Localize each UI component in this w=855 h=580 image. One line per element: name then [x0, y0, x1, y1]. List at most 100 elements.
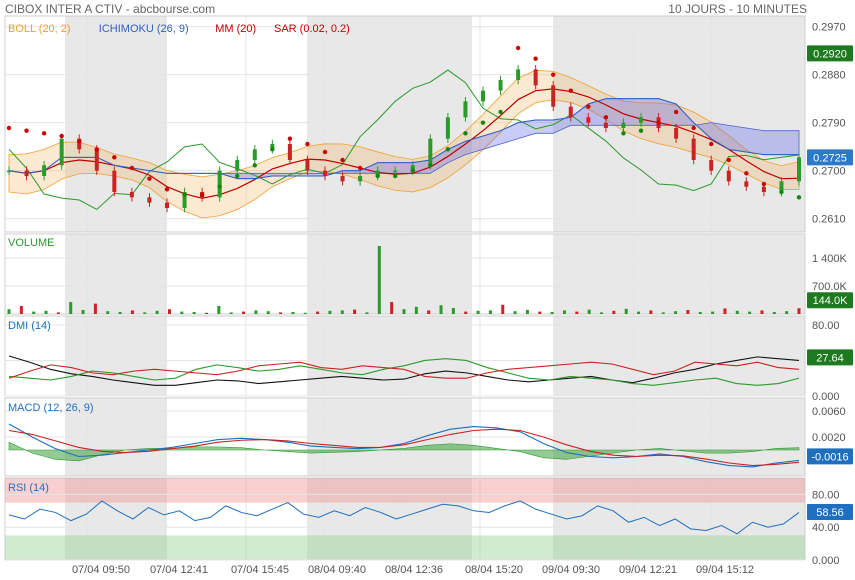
sar-dot — [463, 131, 468, 136]
volume-bar — [167, 309, 171, 314]
dmi-session-shade — [307, 316, 472, 396]
candle-body — [42, 165, 47, 176]
volume-session-shade — [553, 234, 805, 314]
candle-body — [621, 122, 626, 128]
volume-bar — [353, 309, 357, 314]
volume-bar — [254, 310, 258, 314]
sar-dot — [410, 168, 415, 173]
dmi-tick-label: 80.00 — [812, 320, 840, 332]
sar-dot — [6, 125, 12, 131]
sar-dot — [340, 157, 345, 163]
volume-bar — [661, 312, 665, 314]
candle-body — [691, 138, 696, 160]
candle-body — [498, 80, 503, 91]
dmi-session-shade — [65, 316, 167, 396]
macd-current-tag: -0.0016 — [811, 451, 848, 463]
sar-dot — [621, 131, 626, 136]
volume-bar — [760, 310, 764, 314]
sar-dot — [568, 88, 573, 93]
volume-bar — [328, 310, 332, 314]
sar-dot — [533, 56, 538, 61]
candle-body — [481, 90, 485, 102]
candle-body — [586, 117, 591, 123]
rsi-overbought-zone — [5, 478, 805, 503]
sar-dot — [673, 109, 679, 115]
legend-item: ICHIMOKU (26, 9) — [99, 23, 189, 35]
candle-body — [358, 176, 363, 182]
volume-bar — [402, 309, 406, 314]
volume-bar — [513, 311, 517, 314]
sar-dot — [744, 171, 749, 176]
sar-dot — [796, 195, 802, 200]
volume-session-shade — [65, 234, 167, 314]
volume-bar — [229, 312, 233, 314]
candle-body — [59, 138, 64, 166]
rsi-current-tag: 58.56 — [816, 507, 844, 519]
sar-dot — [726, 157, 731, 163]
rsi-oversold-zone — [5, 535, 805, 560]
volume-tick-label: 1 400K — [812, 253, 848, 265]
sar-dot — [393, 173, 398, 179]
candle-body — [761, 186, 766, 192]
candle-body — [147, 197, 152, 203]
volume-label: VOLUME — [8, 237, 54, 249]
candle-body — [129, 192, 134, 198]
volume-bar — [538, 311, 542, 314]
volume-bar — [427, 310, 431, 314]
volume-bar — [587, 309, 591, 314]
price-tick-label: 0.2700 — [812, 166, 846, 178]
candle-body — [94, 149, 99, 171]
volume-bar — [266, 311, 270, 314]
sar-dot — [252, 163, 257, 168]
sar-dot — [235, 173, 240, 179]
price-tick-label: 0.2610 — [812, 214, 846, 226]
candle-body — [287, 144, 292, 160]
volume-bar — [32, 311, 36, 314]
sar-dot — [305, 141, 310, 147]
volume-bar — [192, 312, 196, 314]
sar-dot — [112, 155, 117, 160]
volume-bar — [205, 312, 208, 314]
volume-bar — [365, 312, 369, 314]
candle-body — [252, 149, 257, 160]
x-tick-label: 08/04 12:36 — [385, 564, 443, 576]
stock-chart: 0.2970 0.2880 0.2790 0.2700 0.2610 BOLL (20, … — [4, 15, 853, 576]
sar-dot — [41, 131, 47, 136]
candle-body — [323, 170, 327, 176]
candle-body — [797, 157, 801, 182]
volume-current-tag: 144.0K — [813, 295, 849, 307]
sar-dot — [761, 181, 767, 187]
volume-bar — [698, 312, 702, 314]
sar-dot — [217, 184, 222, 189]
candle-body — [744, 181, 749, 187]
rsi-tick-label: 80.00 — [812, 489, 840, 501]
volume-bar — [575, 311, 579, 314]
candle-body — [516, 69, 521, 80]
candle-body — [217, 170, 222, 198]
sar-dot — [357, 165, 363, 171]
volume-bar — [501, 304, 505, 314]
rsi-label: RSI (14) — [8, 482, 49, 494]
candle-body — [603, 122, 608, 128]
x-tick-label: 08/04 09:40 — [308, 564, 366, 576]
last-price-tag: 0.2920 — [813, 48, 847, 60]
volume-bar — [93, 303, 97, 314]
candle-body — [112, 170, 117, 192]
volume-bar — [637, 311, 641, 314]
volume-bar — [439, 305, 443, 314]
legend-item: MM (20) — [215, 23, 256, 35]
sar-dot — [270, 147, 275, 152]
rsi-tick-label: 0.000 — [812, 555, 840, 567]
volume-bar — [674, 311, 678, 314]
candle-body — [445, 117, 450, 139]
candle-body — [463, 101, 468, 118]
volume-bar — [7, 309, 11, 314]
volume-bar — [377, 246, 381, 314]
sar-dot — [691, 125, 696, 131]
sar-dot — [428, 163, 433, 168]
sar-dot — [551, 72, 556, 77]
volume-bar — [464, 311, 468, 314]
volume-bar — [340, 310, 344, 314]
sar-dot — [147, 176, 152, 181]
volume-bar — [106, 311, 110, 314]
